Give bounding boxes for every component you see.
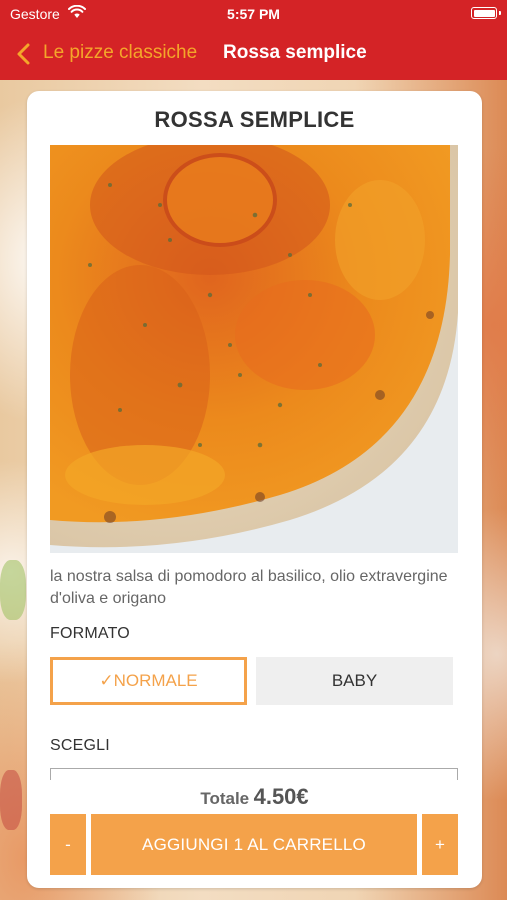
formato-option-normale[interactable]: ✓ NORMALE — [50, 657, 247, 705]
product-card: ROSSA SEMPLICE la nostra salsa di pomodo… — [27, 91, 482, 888]
scegli-label: SCEGLI — [50, 737, 110, 754]
increase-quantity-button[interactable]: + — [422, 814, 458, 875]
total-value: 4.50€ — [253, 784, 309, 809]
decrease-quantity-button[interactable]: - — [50, 814, 86, 875]
option-label: BABY — [331, 671, 378, 690]
battery-icon — [471, 7, 501, 19]
navigation-bar: Le pizze classiche Rossa semplice — [0, 34, 507, 74]
status-time: 5:57 PM — [227, 6, 280, 22]
background-decoration — [0, 560, 26, 620]
total-label: Totale — [200, 789, 250, 808]
formato-option-baby[interactable]: BABY — [256, 657, 453, 705]
option-label: NORMALE — [113, 671, 198, 690]
scegli-options-box[interactable] — [50, 768, 458, 780]
nav-title: Rossa semplice — [223, 42, 367, 63]
top-bar: Gestore 5:57 PM Le pizze classiche Rossa… — [0, 0, 507, 80]
pizza-photo — [50, 145, 458, 553]
checkmark-icon: ✓ — [99, 671, 114, 690]
total-row: Totale 4.50€ — [27, 784, 482, 810]
background-decoration — [0, 770, 22, 830]
formato-label: FORMATO — [50, 625, 130, 642]
add-to-cart-button[interactable]: AGGIUNGI 1 AL CARRELLO — [91, 814, 417, 875]
product-description: la nostra salsa di pomodoro al basilico,… — [50, 568, 448, 607]
back-button[interactable]: Le pizze classiche — [43, 42, 197, 64]
status-bar: Gestore 5:57 PM — [0, 0, 507, 28]
chevron-left-icon[interactable] — [14, 42, 34, 66]
product-title: ROSSA SEMPLICE — [154, 107, 355, 132]
